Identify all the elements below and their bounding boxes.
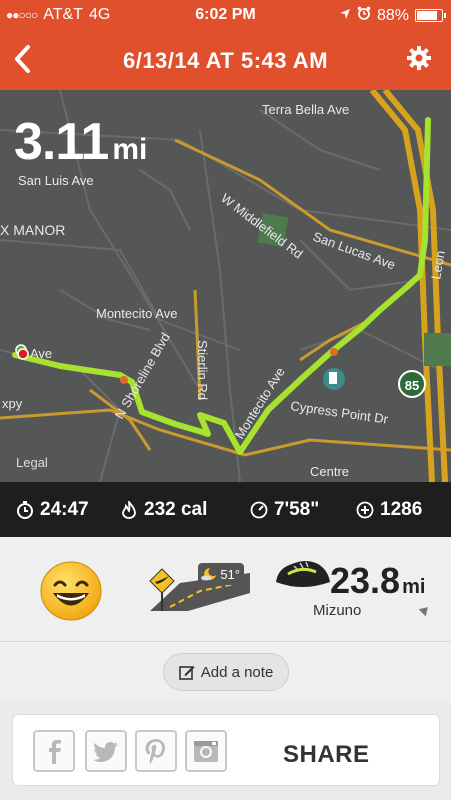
duration-stat: 24:47 — [16, 499, 89, 521]
distance-value: 3.11 — [14, 113, 109, 171]
mood-button[interactable] — [38, 560, 104, 622]
map-label-xpy: xpy — [2, 396, 23, 411]
distance-unit: mi — [112, 133, 148, 166]
distance-display: 3.11 mi — [14, 112, 147, 172]
instagram-share-button[interactable] — [185, 730, 227, 772]
shoe-miles-value: 23.8 — [330, 560, 401, 601]
weather-temp: 51° — [220, 566, 240, 582]
running-shoe-icon — [276, 561, 330, 591]
share-bar: SHARE — [12, 714, 440, 786]
pinterest-icon — [145, 739, 165, 764]
shoe-mileage: 23.8 mi — [330, 560, 425, 602]
duration-value: 24:47 — [40, 499, 89, 520]
map-label-manor: X MANOR — [0, 222, 65, 238]
share-button[interactable]: SHARE — [283, 741, 370, 769]
gear-icon — [407, 46, 431, 70]
instagram-icon — [194, 741, 218, 762]
map-label-stierlin: Stierlin Rd — [195, 340, 210, 400]
shoe-name: Mizuno — [313, 602, 362, 619]
map-label-ave: Ave — [30, 346, 52, 361]
shoe-miles-unit: mi — [402, 576, 426, 598]
shoe-button[interactable] — [272, 552, 332, 596]
map-label-cypress-point: Cypress Point Dr — [290, 398, 390, 427]
nikefuel-icon — [356, 501, 374, 519]
stopwatch-icon — [17, 501, 33, 519]
add-note-button[interactable]: Add a note — [163, 653, 289, 691]
pace-stat: 7'58" — [250, 499, 319, 521]
battery-percent: 88% — [376, 6, 409, 24]
page-title: 6/13/14 AT 5:43 AM — [122, 48, 329, 73]
details-divider — [0, 641, 451, 642]
legal-link[interactable]: Legal — [16, 455, 48, 470]
pace-value: 7'58" — [274, 499, 320, 520]
speedometer-icon — [250, 501, 268, 519]
moon-clouds-icon — [201, 568, 216, 581]
calories-stat: 232 cal — [120, 499, 207, 521]
map-label-terra-bella: Terra Bella Ave — [262, 102, 349, 117]
map-label-centre: Centre — [310, 464, 349, 479]
location-arrow-icon — [339, 7, 351, 25]
map-label-middlefield: W Middlefield Rd — [218, 190, 306, 261]
highway-85-label: 85 — [405, 378, 419, 393]
pinterest-share-button[interactable] — [135, 730, 177, 772]
weather-badge[interactable]: 51° — [198, 563, 244, 585]
calories-value: 232 cal — [144, 499, 208, 520]
twitter-icon — [93, 742, 118, 762]
nav-bar: 6/13/14 AT 5:43 AM — [0, 30, 451, 90]
facebook-icon — [49, 740, 61, 764]
status-bar: ●●○○○ AT&T 4G 6:02 PM 88% — [0, 0, 451, 30]
battery-icon — [415, 9, 446, 22]
twitter-share-button[interactable] — [85, 730, 127, 772]
fuel-value: 1286 — [380, 499, 423, 520]
map-label-montecito: Montecito Ave — [96, 306, 177, 321]
edit-note-icon — [178, 666, 195, 680]
settings-button[interactable] — [405, 44, 433, 72]
flame-icon — [122, 501, 136, 519]
status-right: 88% — [339, 6, 446, 25]
stats-bar: 24:47 232 cal 7'58" 1286 — [0, 482, 451, 537]
map-label-san-lucas: San Lucas Ave — [311, 229, 397, 273]
smiley-face-icon — [40, 561, 102, 621]
map-label-san-luis: San Luis Ave — [18, 173, 94, 188]
add-note-label: Add a note — [200, 663, 274, 681]
alarm-clock-icon — [357, 6, 371, 25]
fuel-stat: 1286 — [356, 499, 422, 521]
map-label-leon: Leon — [428, 249, 448, 280]
facebook-share-button[interactable] — [33, 730, 75, 772]
